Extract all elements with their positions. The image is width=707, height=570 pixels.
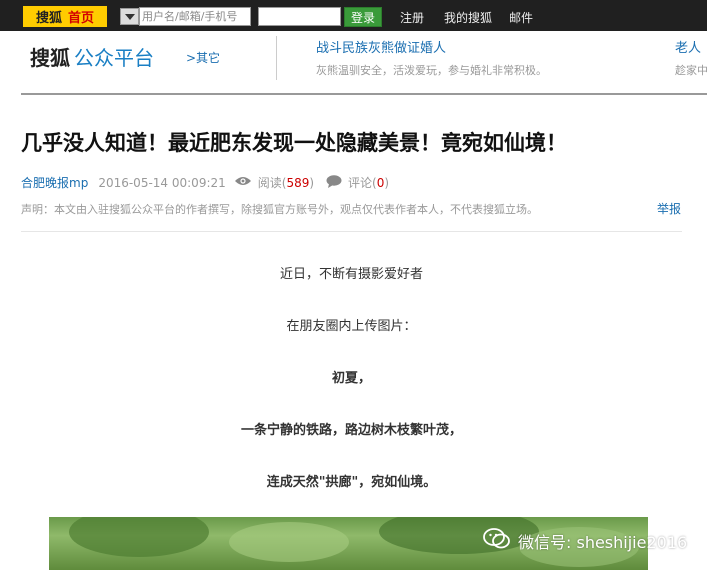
article-meta: 合肥晚报mp 2016-05-14 00:09:21 阅读(589) 评论(0) — [21, 174, 389, 191]
login-button[interactable]: 登录 — [344, 7, 382, 27]
comment-label: 评论( — [348, 176, 377, 190]
chevron-down-icon — [124, 13, 135, 20]
register-link[interactable]: 注册 — [400, 9, 424, 26]
article-paragraph: 初夏， — [331, 371, 371, 386]
headline-summary-2: 趁家中 — [675, 64, 707, 77]
platform-name: 公众平台 — [74, 46, 154, 70]
top-nav-bar: 搜狐 首页 用户名/邮箱/手机号 登录 注册 我的搜狐 邮件 — [0, 0, 707, 31]
headline-link-1[interactable]: 战斗民族灰熊做证婚人 — [316, 37, 446, 56]
headline-link-2[interactable]: 老人 — [675, 37, 701, 56]
author-link[interactable]: 合肥晚报mp — [21, 174, 88, 191]
mail-link[interactable]: 邮件 — [509, 9, 533, 26]
read-close: ) — [309, 175, 315, 190]
other-platforms-link[interactable]: >其它 — [186, 49, 220, 66]
platform-logo[interactable]: 搜狐 公众平台 — [30, 42, 154, 71]
password-input[interactable] — [258, 7, 341, 26]
publish-datetime: 2016-05-14 00:09:21 — [98, 175, 226, 190]
meta-separator — [21, 231, 682, 232]
headline-summary-1: 灰熊温驯安全，活泼爱玩，参与婚礼非常积极。 — [316, 64, 547, 77]
platform-brand: 搜狐 — [30, 46, 70, 70]
comment-close: ) — [384, 176, 390, 190]
username-input[interactable]: 用户名/邮箱/手机号 — [139, 7, 251, 26]
report-link[interactable]: 举报 — [657, 200, 681, 217]
header-divider — [276, 36, 277, 80]
wechat-icon — [482, 527, 512, 555]
wechat-watermark: 微信号: sheshijie2016 — [482, 527, 687, 555]
article-paragraph: 一条宁静的铁路，路边树木枝繁叶茂， — [240, 423, 462, 438]
disclaimer-text: 声明：本文由入驻搜狐公众平台的作者撰写，除搜狐官方账号外，观点仅代表作者本人，不… — [21, 203, 538, 216]
watermark-text: 微信号: sheshijie2016 — [518, 533, 688, 552]
article-paragraph: 在朋友圈内上传图片： — [286, 319, 417, 334]
login-type-dropdown[interactable] — [120, 8, 139, 25]
sohu-home-logo[interactable]: 搜狐 首页 — [23, 6, 107, 27]
article-title: 几乎没人知道！最近肥东发现一处隐藏美景！竟宛如仙境！ — [21, 131, 567, 155]
comment-bubble-icon — [326, 174, 342, 191]
eye-icon — [234, 175, 252, 190]
read-label: 阅读( — [257, 176, 287, 190]
read-count: 589 — [286, 175, 310, 190]
logo-brand: 搜狐 — [35, 11, 62, 26]
logo-home-link[interactable]: 首页 — [68, 7, 94, 26]
my-sohu-link[interactable]: 我的搜狐 — [444, 9, 492, 26]
comment-link[interactable]: 评论(0) — [348, 174, 389, 191]
article-paragraph: 近日，不断有摄影爱好者 — [279, 267, 423, 282]
article-paragraph: 连成天然"拱廊"，宛如仙境。 — [266, 475, 437, 490]
header-separator — [21, 93, 707, 95]
